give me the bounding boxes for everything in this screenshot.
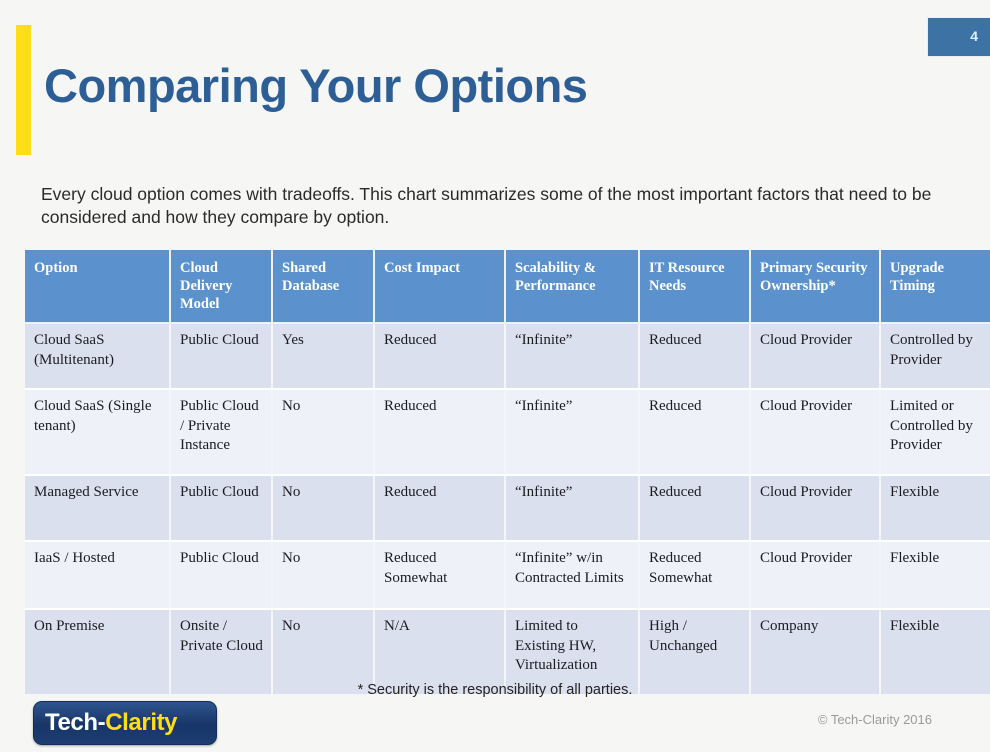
- logo-text-clarity: Clarity: [105, 709, 178, 736]
- tech-clarity-logo: Tech-Clarity: [33, 701, 217, 745]
- table-row: Managed Service Public Cloud No Reduced …: [25, 475, 990, 543]
- cell-it-resource-needs: Reduced Somewhat: [639, 541, 751, 611]
- column-header-it-resource-needs: IT Resource Needs: [639, 250, 751, 325]
- cell-cloud-delivery-model: Public Cloud: [170, 323, 273, 391]
- cell-upgrade-timing: Controlled by Provider: [880, 323, 990, 391]
- column-header-upgrade-timing: Upgrade Timing: [880, 250, 990, 325]
- cell-scalability-performance: “Infinite”: [505, 389, 640, 477]
- cell-scalability-performance: “Infinite” w/in Contracted Limits: [505, 541, 640, 611]
- logo-text-tech: Tech-: [45, 709, 106, 736]
- column-header-shared-database: Shared Database: [272, 250, 375, 325]
- cell-scalability-performance: “Infinite”: [505, 475, 640, 543]
- cell-primary-security-ownership: Cloud Provider: [750, 389, 881, 477]
- comparison-table-wrapper: Option Cloud Delivery Model Shared Datab…: [25, 250, 990, 695]
- cell-cost-impact: Reduced: [374, 475, 506, 543]
- cell-cost-impact: Reduced: [374, 323, 506, 391]
- footnote-text: * Security is the responsibility of all …: [357, 682, 633, 698]
- table-header-row: Option Cloud Delivery Model Shared Datab…: [25, 250, 990, 325]
- table-row: Cloud SaaS (Multitenant) Public Cloud Ye…: [25, 323, 990, 391]
- cell-cost-impact: Reduced Somewhat: [374, 541, 506, 611]
- comparison-table: Option Cloud Delivery Model Shared Datab…: [25, 250, 990, 695]
- table-row: IaaS / Hosted Public Cloud No Reduced So…: [25, 541, 990, 611]
- yellow-accent-bar: [16, 25, 31, 155]
- page-title: Comparing Your Options: [44, 59, 588, 112]
- copyright-text: © Tech-Clarity 2016: [817, 712, 932, 727]
- cell-it-resource-needs: Reduced: [639, 389, 751, 477]
- column-header-scalability-performance: Scalability & Performance: [505, 250, 640, 325]
- cell-scalability-performance: “Infinite”: [505, 323, 640, 391]
- cell-option: IaaS / Hosted: [25, 541, 171, 611]
- cell-option: Cloud SaaS (Multitenant): [25, 323, 171, 391]
- page-number-badge: 4: [928, 18, 990, 56]
- intro-paragraph: Every cloud option comes with tradeoffs.…: [41, 184, 932, 228]
- cell-cloud-delivery-model: Public Cloud / Private Instance: [170, 389, 273, 477]
- cell-primary-security-ownership: Cloud Provider: [750, 541, 881, 611]
- cell-cost-impact: Reduced: [374, 389, 506, 477]
- cell-shared-database: No: [272, 541, 375, 611]
- column-header-cloud-delivery-model: Cloud Delivery Model: [170, 250, 273, 325]
- cell-shared-database: No: [272, 475, 375, 543]
- cell-primary-security-ownership: Cloud Provider: [750, 475, 881, 543]
- column-header-option: Option: [25, 250, 171, 325]
- logo-wordmark: Tech-Clarity: [45, 709, 178, 737]
- column-header-cost-impact: Cost Impact: [374, 250, 506, 325]
- cell-upgrade-timing: Flexible: [880, 541, 990, 611]
- cell-option: Managed Service: [25, 475, 171, 543]
- cell-primary-security-ownership: Cloud Provider: [750, 323, 881, 391]
- cell-cloud-delivery-model: Public Cloud: [170, 475, 273, 543]
- cell-upgrade-timing: Flexible: [880, 475, 990, 543]
- cell-it-resource-needs: Reduced: [639, 475, 751, 543]
- cell-shared-database: Yes: [272, 323, 375, 391]
- cell-cloud-delivery-model: Public Cloud: [170, 541, 273, 611]
- column-header-primary-security-ownership: Primary Security Ownership*: [750, 250, 881, 325]
- cell-shared-database: No: [272, 389, 375, 477]
- cell-option: Cloud SaaS (Single tenant): [25, 389, 171, 477]
- cell-it-resource-needs: Reduced: [639, 323, 751, 391]
- page-number-label: 4: [970, 28, 978, 44]
- slide-canvas: 4 Comparing Your Options Every cloud opt…: [0, 0, 990, 752]
- cell-upgrade-timing: Limited or Controlled by Provider: [880, 389, 990, 477]
- table-row: Cloud SaaS (Single tenant) Public Cloud …: [25, 389, 990, 477]
